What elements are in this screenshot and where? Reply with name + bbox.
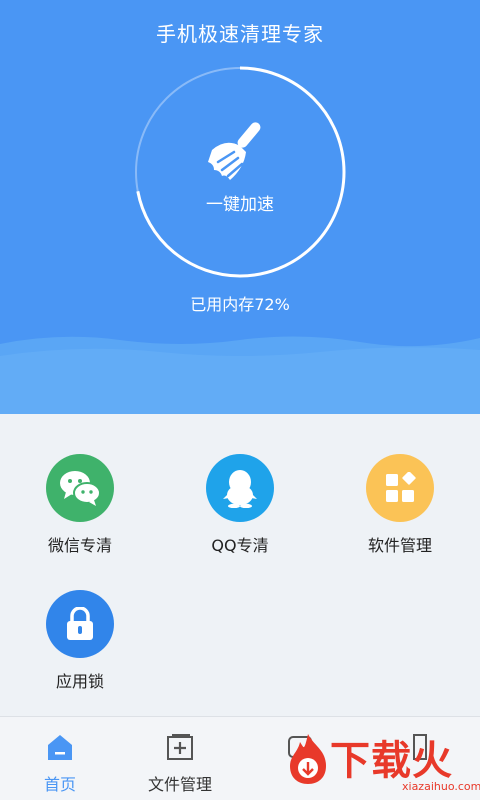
wave-decoration bbox=[0, 336, 480, 414]
qq-penguin-icon bbox=[206, 454, 274, 522]
qq-clean-tile[interactable]: QQ专清 bbox=[170, 454, 310, 564]
watermark-logo: 下载火 xiazaihuo.com bbox=[282, 722, 480, 800]
tab-file-manager[interactable]: 文件管理 bbox=[120, 717, 240, 800]
feature-grid: 微信专清 QQ专清 软件管理 应用锁 bbox=[0, 414, 480, 716]
qq-clean-label: QQ专清 bbox=[211, 536, 269, 555]
tab-home-label: 首页 bbox=[43, 775, 76, 794]
wechat-icon bbox=[46, 454, 114, 522]
watermark-url: xiazaihuo.com bbox=[402, 780, 480, 793]
broom-icon bbox=[208, 122, 261, 180]
home-icon bbox=[48, 735, 72, 760]
apps-grid-icon bbox=[366, 454, 434, 522]
tab-home[interactable]: 首页 bbox=[0, 717, 120, 800]
app-lock-label: 应用锁 bbox=[55, 672, 104, 691]
memory-usage-text: 已用内存72% bbox=[190, 295, 290, 314]
wechat-clean-label: 微信专清 bbox=[47, 536, 112, 555]
flame-logo-icon bbox=[290, 734, 326, 784]
watermark-text: 下载火 bbox=[330, 738, 453, 784]
boost-label: 一键加速 bbox=[206, 195, 274, 215]
header-panel: 手机极速清理专家 一键加速 已用内存72% bbox=[0, 0, 480, 414]
lock-icon bbox=[46, 590, 114, 658]
app-title: 手机极速清理专家 bbox=[156, 22, 324, 46]
app-manager-tile[interactable]: 软件管理 bbox=[330, 454, 470, 564]
app-lock-tile[interactable]: 应用锁 bbox=[10, 590, 150, 700]
folder-plus-icon bbox=[167, 734, 193, 760]
boost-button[interactable]: 一键加速 bbox=[132, 64, 348, 280]
wechat-clean-tile[interactable]: 微信专清 bbox=[10, 454, 150, 564]
tab-file-manager-label: 文件管理 bbox=[147, 775, 212, 794]
app-manager-label: 软件管理 bbox=[367, 536, 432, 555]
